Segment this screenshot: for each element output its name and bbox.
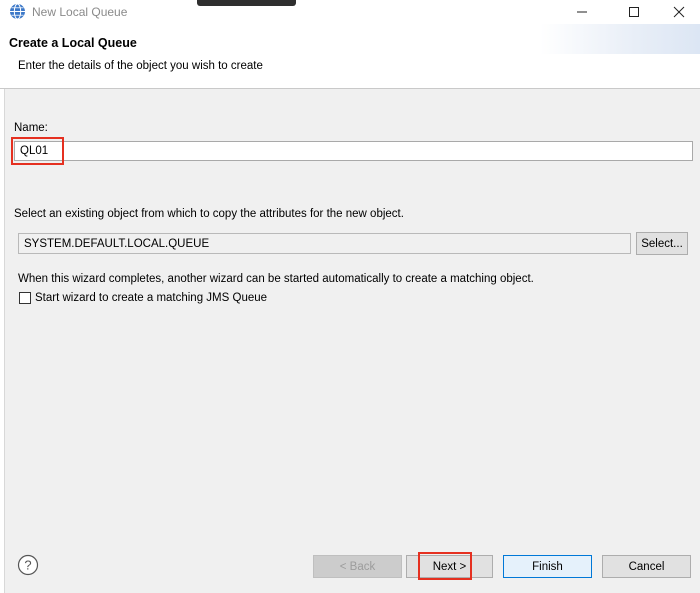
next-button[interactable]: Next >: [406, 555, 493, 578]
cancel-button[interactable]: Cancel: [602, 555, 691, 578]
minimize-button[interactable]: [567, 2, 597, 22]
back-button[interactable]: < Back: [313, 555, 402, 578]
page-title: Create a Local Queue: [9, 36, 137, 50]
left-edge-strip: [0, 89, 5, 593]
svg-text:?: ?: [24, 558, 31, 573]
maximize-button[interactable]: [619, 2, 649, 22]
jms-queue-checkbox[interactable]: [19, 292, 31, 304]
copy-from-input[interactable]: [18, 233, 631, 254]
title-bar: New Local Queue: [0, 0, 700, 24]
window-title: New Local Queue: [32, 5, 128, 19]
maximize-icon: [629, 7, 639, 17]
name-input[interactable]: [14, 141, 693, 161]
globe-icon: [10, 3, 25, 20]
close-icon: [673, 6, 685, 18]
name-label: Name:: [14, 122, 48, 134]
help-icon[interactable]: ?: [17, 554, 39, 576]
page-description: Enter the details of the object you wish…: [18, 60, 263, 72]
jms-queue-checkbox-label[interactable]: Start wizard to create a matching JMS Qu…: [35, 292, 267, 304]
copy-label: Select an existing object from which to …: [14, 208, 404, 220]
header-banner-graphic: [540, 24, 700, 54]
minimize-icon: [577, 11, 587, 13]
wizard-header: Create a Local Queue Enter the details o…: [0, 24, 700, 88]
close-button[interactable]: [664, 2, 694, 22]
wizard-body: [0, 89, 700, 593]
wizard-note: When this wizard completes, another wiza…: [18, 273, 534, 285]
window-tab-overlay: [197, 0, 296, 6]
finish-button[interactable]: Finish: [503, 555, 592, 578]
select-button[interactable]: Select...: [636, 232, 688, 255]
